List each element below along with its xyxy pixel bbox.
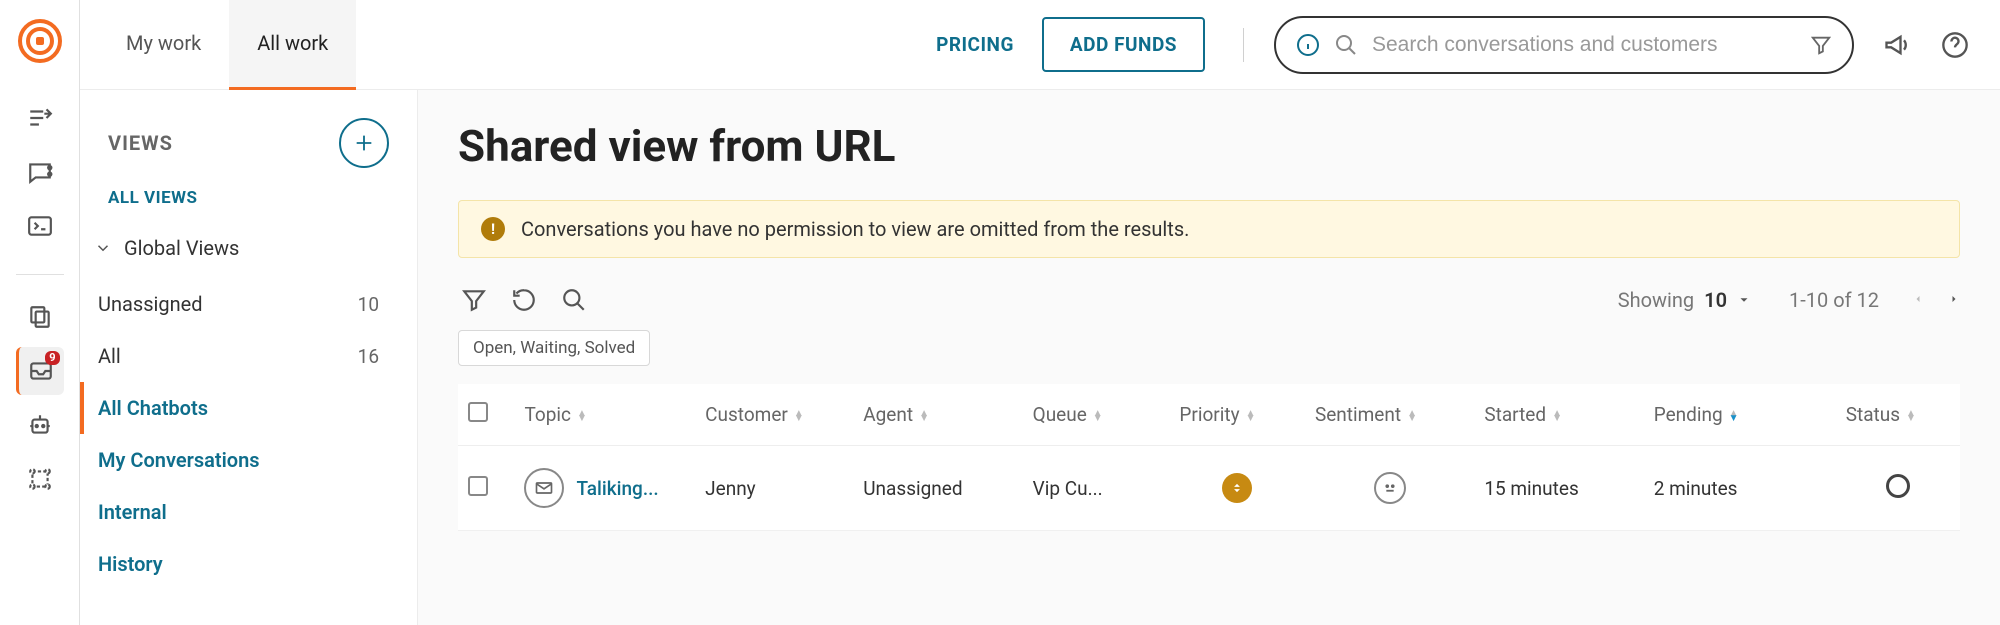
permission-notice: ! Conversations you have no permission t… — [458, 200, 1960, 258]
sidebar-item-label: All — [98, 344, 121, 368]
outbound-icon[interactable] — [16, 94, 64, 142]
filter-button[interactable] — [458, 284, 490, 316]
help-icon[interactable] — [1940, 30, 1970, 60]
bot-icon[interactable] — [16, 401, 64, 449]
global-views-label: Global Views — [124, 236, 239, 260]
sidebar-item-my-conversations[interactable]: My Conversations — [80, 434, 417, 486]
col-queue[interactable]: Queue — [1033, 403, 1087, 426]
crop-icon[interactable] — [16, 455, 64, 503]
views-title: VIEWS — [108, 131, 173, 155]
search-input[interactable] — [1372, 33, 1796, 57]
sidebar: VIEWS ALL VIEWS Global Views Unassigned … — [80, 90, 418, 625]
add-funds-button[interactable]: ADD FUNDS — [1042, 17, 1205, 72]
col-started[interactable]: Started — [1484, 403, 1546, 426]
cell-pending: 2 minutes — [1644, 446, 1836, 531]
col-sentiment[interactable]: Sentiment — [1315, 403, 1401, 426]
add-view-button[interactable] — [339, 118, 389, 168]
sidebar-item-unassigned[interactable]: Unassigned 10 — [80, 278, 417, 330]
showing-value[interactable]: 10 — [1704, 288, 1727, 312]
tabs: My work All work — [98, 0, 356, 90]
global-views-toggle[interactable]: Global Views — [80, 228, 417, 278]
filter-icon[interactable] — [1810, 34, 1832, 56]
reset-button[interactable] — [508, 284, 540, 316]
sidebar-item-count: 10 — [358, 293, 379, 316]
page-title: Shared view from URL — [458, 120, 1960, 172]
brand-logo[interactable] — [17, 18, 63, 64]
notice-text: Conversations you have no permission to … — [521, 217, 1189, 241]
select-all-checkbox[interactable] — [468, 402, 488, 422]
announce-icon[interactable] — [1882, 30, 1912, 60]
sidebar-item-label: Unassigned — [98, 292, 203, 316]
sidebar-item-internal[interactable]: Internal — [80, 486, 417, 538]
inbox-badge: 9 — [45, 351, 59, 365]
mail-icon — [524, 468, 564, 508]
warning-icon: ! — [481, 217, 505, 241]
status-filter-chip[interactable]: Open, Waiting, Solved — [458, 330, 650, 366]
content: Shared view from URL ! Conversations you… — [418, 90, 2000, 625]
topbar: My work All work PRICING ADD FUNDS — [80, 0, 2000, 90]
sidebar-item-count: 16 — [358, 345, 379, 368]
table-row[interactable]: Taliking... Jenny Unassigned Vip Cu... — [458, 446, 1960, 531]
sidebar-item-all-chatbots[interactable]: All Chatbots — [80, 382, 417, 434]
all-views-link[interactable]: ALL VIEWS — [80, 182, 417, 228]
conversations-table: Topic▲▼ Customer▲▼ Agent▲▼ Queue▲▼ Prior… — [458, 384, 1960, 531]
search-bar[interactable] — [1274, 16, 1854, 74]
col-priority[interactable]: Priority — [1179, 403, 1239, 426]
separator — [1243, 28, 1244, 62]
cell-customer: Jenny — [695, 446, 853, 531]
pricing-link[interactable]: PRICING — [936, 33, 1014, 56]
pager-prev[interactable] — [1912, 291, 1924, 307]
search-icon — [1334, 33, 1358, 57]
col-agent[interactable]: Agent — [863, 403, 913, 426]
tab-all-work[interactable]: All work — [229, 0, 356, 90]
col-customer[interactable]: Customer — [705, 403, 788, 426]
cell-agent: Unassigned — [853, 446, 1022, 531]
sidebar-item-label: History — [98, 552, 163, 576]
sidebar-item-history[interactable]: History — [80, 538, 417, 590]
pager-range: 1-10 of 12 — [1789, 288, 1879, 312]
row-checkbox[interactable] — [468, 476, 488, 496]
chat-icon[interactable] — [16, 148, 64, 196]
sidebar-item-label: My Conversations — [98, 448, 260, 472]
chevron-down-icon — [94, 239, 112, 257]
col-status[interactable]: Status — [1846, 403, 1900, 426]
tab-my-work[interactable]: My work — [98, 0, 229, 90]
col-topic[interactable]: Topic — [524, 403, 571, 426]
sentiment-neutral-icon — [1374, 472, 1406, 504]
showing-label: Showing — [1618, 288, 1694, 312]
topic-link[interactable]: Taliking... — [576, 477, 658, 500]
sidebar-item-all[interactable]: All 16 — [80, 330, 417, 382]
icon-rail: 9 — [0, 0, 80, 625]
inbox-icon[interactable]: 9 — [16, 347, 64, 395]
info-icon[interactable] — [1296, 33, 1320, 57]
toolbar: Showing 10 1-10 of 12 — [458, 284, 1960, 316]
chevron-down-icon[interactable] — [1737, 293, 1751, 307]
sidebar-item-label: All Chatbots — [98, 396, 208, 420]
sidebar-item-label: Internal — [98, 500, 167, 524]
status-indicator — [1886, 474, 1910, 498]
pager-next[interactable] — [1948, 291, 1960, 307]
cell-queue: Vip Cu... — [1023, 446, 1170, 531]
terminal-icon[interactable] — [16, 202, 64, 250]
cell-started: 15 minutes — [1474, 446, 1643, 531]
copy-icon[interactable] — [16, 293, 64, 341]
search-button[interactable] — [558, 284, 590, 316]
priority-badge — [1222, 473, 1252, 503]
col-pending[interactable]: Pending — [1654, 403, 1723, 426]
